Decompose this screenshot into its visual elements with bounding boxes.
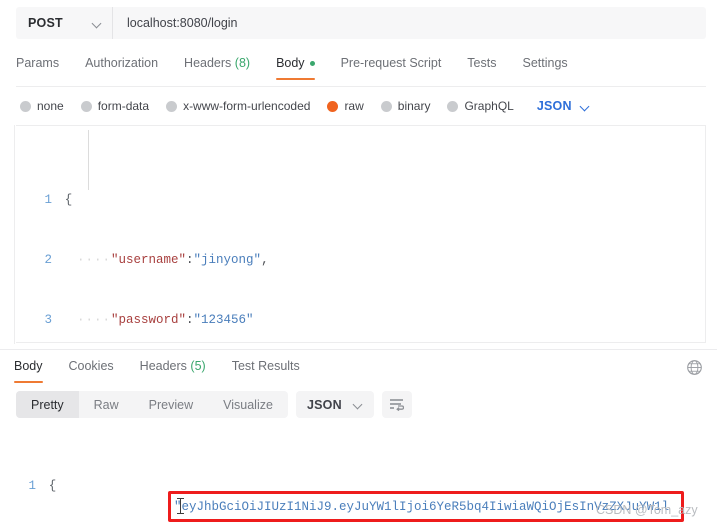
response-view-toolbar: Pretty Raw Preview Visualize JSON: [16, 391, 412, 418]
json-punct: :: [186, 313, 194, 327]
code-line: 2 ····"username":"jinyong",: [16, 250, 705, 270]
http-method-selector[interactable]: POST: [16, 7, 113, 39]
response-tab-body-label: Body: [14, 359, 43, 373]
view-mode-raw[interactable]: Raw: [79, 391, 134, 418]
body-type-urlencoded[interactable]: x-www-form-urlencoded: [166, 99, 310, 113]
body-type-form-data[interactable]: form-data: [80, 99, 150, 113]
wrap-lines-button[interactable]: [381, 391, 412, 418]
tab-divider: [16, 86, 706, 87]
view-mode-pretty[interactable]: Pretty: [16, 391, 79, 418]
body-modified-dot: [309, 61, 315, 67]
response-view-mode-group: Pretty Raw Preview Visualize: [16, 391, 288, 418]
body-type-graphql[interactable]: GraphQL: [447, 99, 514, 113]
body-type-binary-label: binary: [397, 99, 431, 113]
radio-icon-selected: [327, 100, 339, 112]
tab-pre-request-script-label: Pre-request Script: [340, 56, 442, 70]
line-number: 1: [44, 193, 52, 207]
body-type-urlencoded-label: x-www-form-urlencoded: [183, 99, 311, 113]
indent-dots: ····: [77, 313, 112, 327]
tab-tests[interactable]: Tests: [467, 52, 496, 80]
tab-headers[interactable]: Headers (8): [184, 52, 250, 80]
radio-icon: [20, 100, 31, 112]
body-type-binary[interactable]: binary: [380, 99, 431, 113]
body-type-none-label: none: [37, 99, 64, 113]
request-body-editor[interactable]: 1 { 2 ····"username":"jinyong", 3 ····"p…: [16, 125, 706, 343]
response-tab-headers[interactable]: Headers (5): [140, 355, 206, 383]
request-tab-bar: Params Authorization Headers (8) Body Pr…: [16, 52, 706, 86]
code-content: ····"password":"123456": [75, 310, 254, 330]
request-url-bar: POST localhost:8080/login: [16, 7, 706, 39]
tab-headers-count: (8): [234, 56, 251, 70]
code-content: ····"username":"jinyong",: [75, 250, 269, 270]
body-type-raw[interactable]: raw: [327, 99, 364, 113]
view-mode-raw-label: Raw: [93, 397, 119, 412]
line-number: 1: [28, 479, 36, 493]
response-tab-test-results-label: Test Results: [231, 359, 300, 373]
response-separator: [0, 349, 717, 350]
tab-body-label: Body: [276, 56, 305, 70]
http-method-label: POST: [28, 16, 63, 30]
request-url-input[interactable]: localhost:8080/login: [113, 16, 238, 30]
text-cursor-icon: [177, 498, 184, 514]
line-number: 3: [44, 313, 52, 327]
radio-icon: [447, 100, 459, 112]
chevron-down-icon: [354, 400, 363, 409]
response-tab-headers-count: (5): [190, 359, 206, 373]
view-mode-preview[interactable]: Preview: [134, 391, 208, 418]
json-value: "jinyong": [193, 253, 262, 267]
response-tab-cookies[interactable]: Cookies: [69, 355, 114, 383]
body-type-graphql-label: GraphQL: [464, 99, 514, 113]
view-mode-pretty-label: Pretty: [31, 397, 64, 412]
fold-brace[interactable]: {: [62, 190, 75, 210]
code-line: 1 {: [0, 476, 717, 496]
code-line: 3 ····"password":"123456": [16, 310, 705, 330]
tab-params-label: Params: [16, 56, 60, 70]
json-punct: :: [186, 253, 194, 267]
json-key: "password": [111, 313, 187, 327]
response-format-label: JSON: [306, 397, 342, 412]
request-body-format-label: JSON: [536, 99, 572, 113]
wrap-lines-icon: [390, 399, 405, 411]
body-type-radio-group: none form-data x-www-form-urlencoded raw…: [20, 93, 590, 119]
tab-settings[interactable]: Settings: [522, 52, 567, 80]
body-type-form-data-label: form-data: [97, 99, 150, 113]
response-tab-cookies-label: Cookies: [68, 359, 114, 373]
radio-icon: [166, 100, 178, 112]
tab-settings-label: Settings: [522, 56, 568, 70]
tab-body[interactable]: Body: [276, 52, 315, 80]
radio-icon: [380, 100, 392, 112]
view-mode-preview-label: Preview: [148, 397, 194, 412]
globe-icon[interactable]: [686, 359, 703, 376]
response-tab-test-results[interactable]: Test Results: [232, 355, 300, 383]
radio-icon: [80, 100, 92, 112]
chevron-down-icon: [93, 19, 102, 28]
body-type-none[interactable]: none: [20, 99, 64, 113]
view-mode-visualize-label: Visualize: [223, 397, 273, 412]
indent-guide: [88, 130, 89, 190]
json-trail: ,: [261, 253, 269, 267]
body-type-raw-label: raw: [344, 99, 364, 113]
chevron-down-icon: [581, 102, 590, 111]
response-token-value: "eyJhbGciOiJIUzI1NiJ9.eyJuYW1lIjoi6YeR5b…: [174, 500, 670, 514]
json-value: "123456": [193, 313, 254, 327]
response-tab-bar: Body Cookies Headers (5) Test Results: [14, 355, 326, 383]
tab-tests-label: Tests: [467, 56, 497, 70]
tab-headers-label: Headers: [184, 56, 232, 70]
tab-params[interactable]: Params: [16, 52, 59, 80]
indent-dots: ····: [77, 253, 112, 267]
code-line: 1 {: [16, 190, 705, 210]
fold-brace[interactable]: {: [46, 476, 59, 496]
tab-authorization-label: Authorization: [85, 56, 159, 70]
tab-pre-request-script[interactable]: Pre-request Script: [341, 52, 442, 80]
response-tab-headers-label: Headers: [139, 359, 187, 373]
request-body-format-selector[interactable]: JSON: [537, 99, 590, 113]
editor-left-border: [14, 125, 15, 344]
editor-left-gutter-strip: [0, 125, 15, 344]
response-format-selector[interactable]: JSON: [295, 391, 374, 418]
tab-authorization[interactable]: Authorization: [85, 52, 158, 80]
view-mode-visualize[interactable]: Visualize: [208, 391, 288, 418]
line-number: 2: [44, 253, 52, 267]
json-key: "username": [111, 253, 187, 267]
response-tab-body[interactable]: Body: [14, 355, 43, 383]
